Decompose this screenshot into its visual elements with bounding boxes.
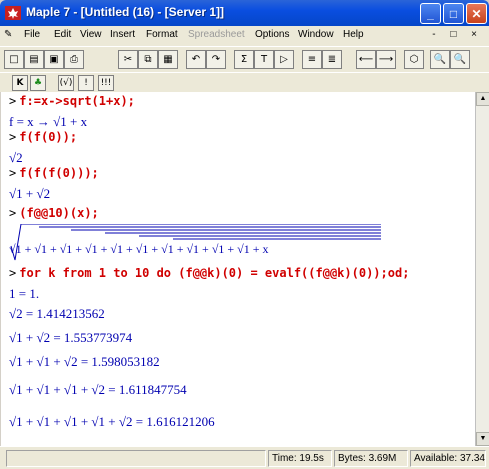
output-line: √2 bbox=[9, 150, 23, 165]
zoom-out-icon[interactable]: 🔍 bbox=[450, 50, 470, 69]
output-line: √1 + √2 bbox=[9, 186, 51, 201]
output-line: f = x → √1 + x bbox=[9, 114, 88, 129]
paste-icon[interactable]: ▦ bbox=[158, 50, 178, 69]
scroll-up-icon[interactable]: ▲ bbox=[476, 92, 489, 106]
outdent-icon[interactable]: ≣ bbox=[322, 50, 342, 69]
menu-spreadsheet[interactable]: Spreadsheet bbox=[188, 29, 245, 40]
status-time: Time: 19.5s bbox=[268, 450, 332, 467]
zoom-in-icon[interactable]: 🔍 bbox=[430, 50, 450, 69]
input-line[interactable]: > (f@@10)(x); bbox=[9, 206, 99, 220]
exec-all-icon[interactable]: !!! bbox=[98, 75, 114, 91]
window-title: Maple 7 - [Untitled (16) - [Server 1]] bbox=[26, 5, 225, 19]
output-line: √1 + √1 + √2 = 1.598053182 bbox=[9, 354, 160, 369]
open-folder-icon[interactable]: ▤ bbox=[24, 50, 44, 69]
menu-options[interactable]: Options bbox=[255, 29, 289, 40]
exec-icon[interactable]: ! bbox=[78, 75, 94, 91]
mdi-controls[interactable]: - □ × bbox=[432, 29, 483, 40]
new-file-icon[interactable]: □ bbox=[4, 50, 24, 69]
menu-file[interactable]: File bbox=[24, 29, 40, 40]
output-line: √2 = 1.414213562 bbox=[9, 306, 105, 321]
input-line[interactable]: > f(f(f(0))); bbox=[9, 166, 99, 180]
leaf-icon[interactable]: ♣ bbox=[30, 75, 46, 91]
menu-help[interactable]: Help bbox=[343, 29, 364, 40]
menu-bar: ✎ File Edit View Insert Format Spreadshe… bbox=[0, 26, 489, 46]
title-bar: Maple 7 - [Untitled (16) - [Server 1]] _… bbox=[0, 0, 489, 26]
redo-icon[interactable]: ↷ bbox=[206, 50, 226, 69]
stop-icon[interactable]: ⬡ bbox=[404, 50, 424, 69]
print-icon[interactable]: ⎙ bbox=[64, 50, 84, 69]
status-available: Available: 37.34 bbox=[410, 450, 486, 467]
indent-icon[interactable]: ≡ bbox=[302, 50, 322, 69]
worksheet[interactable]: > f:=x->sqrt(1+x); f = x → √1 + x > f(f(… bbox=[1, 92, 475, 446]
arrow-right-icon[interactable]: ⟶ bbox=[376, 50, 396, 69]
output-line: 1 = 1. bbox=[9, 286, 40, 301]
menu-view[interactable]: View bbox=[80, 29, 102, 40]
input-line[interactable]: > f:=x->sqrt(1+x); bbox=[9, 94, 135, 108]
vertical-scrollbar[interactable]: ▲ ▼ bbox=[475, 92, 489, 446]
undo-icon[interactable]: ↶ bbox=[186, 50, 206, 69]
copy-icon[interactable]: ⧉ bbox=[138, 50, 158, 69]
k-icon[interactable]: K bbox=[12, 75, 28, 91]
close-button[interactable]: ✕ bbox=[466, 3, 487, 24]
text-icon[interactable]: T bbox=[254, 50, 274, 69]
minimize-button[interactable]: _ bbox=[420, 3, 441, 24]
menu-window[interactable]: Window bbox=[298, 29, 334, 40]
maple-leaf-icon bbox=[5, 6, 21, 20]
prompt-icon[interactable]: ▷ bbox=[274, 50, 294, 69]
save-icon[interactable]: ▣ bbox=[44, 50, 64, 69]
status-bar: Time: 19.5s Bytes: 3.69M Available: 37.3… bbox=[0, 446, 489, 469]
output-line: √1 + √1 + √1 + √2 = 1.611847754 bbox=[9, 382, 187, 397]
paren-sqrt-icon[interactable]: (√) bbox=[58, 75, 74, 91]
menu-format[interactable]: Format bbox=[146, 29, 178, 40]
output-line: √1 + √2 = 1.553773974 bbox=[9, 330, 133, 345]
status-bytes: Bytes: 3.69M bbox=[334, 450, 408, 467]
main-toolbar: □ ▤ ▣ ⎙ ✂ ⧉ ▦ ↶ ↷ Σ T ▷ ≡ ≣ ⟵ ⟶ ⬡ 🔍 🔍 bbox=[0, 46, 489, 72]
sigma-icon[interactable]: Σ bbox=[234, 50, 254, 69]
input-line[interactable]: > for k from 1 to 10 do (f@@k)(0) = eval… bbox=[9, 266, 409, 280]
context-toolbar: K ♣ (√) ! !!! bbox=[0, 72, 489, 92]
menu-edit[interactable]: Edit bbox=[54, 29, 71, 40]
radical-decoration bbox=[10, 224, 381, 261]
input-line[interactable]: > f(f(0)); bbox=[9, 130, 77, 144]
maximize-button[interactable]: □ bbox=[443, 3, 464, 24]
scroll-down-icon[interactable]: ▼ bbox=[476, 432, 489, 446]
status-message bbox=[6, 450, 266, 467]
menu-insert[interactable]: Insert bbox=[110, 29, 135, 40]
output-line: √1 + √1 + √1 + √1 + √2 = 1.616121206 bbox=[9, 414, 215, 429]
cut-icon[interactable]: ✂ bbox=[118, 50, 138, 69]
arrow-left-icon[interactable]: ⟵ bbox=[356, 50, 376, 69]
document-icon[interactable]: ✎ bbox=[4, 29, 12, 40]
